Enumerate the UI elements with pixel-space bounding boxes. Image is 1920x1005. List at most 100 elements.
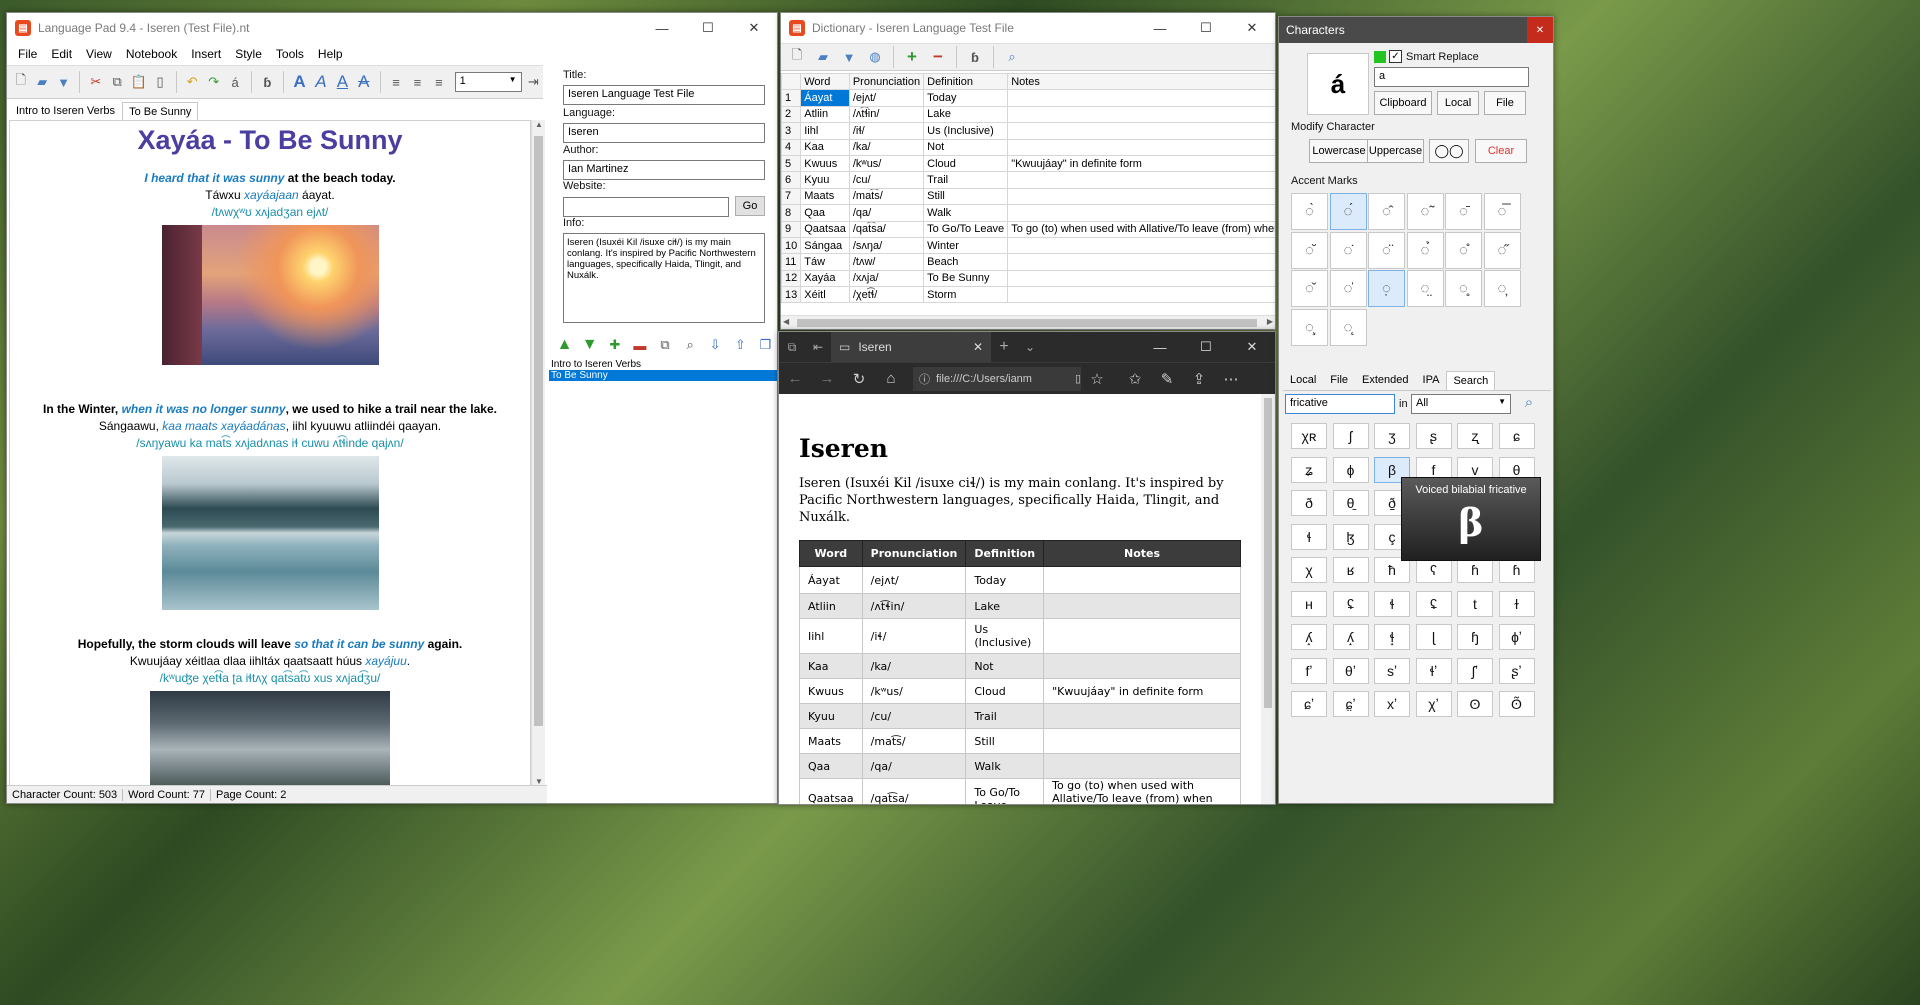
table-row[interactable]: 13 Xéitl/χet͡ɬ/Storm bbox=[781, 286, 1275, 304]
italic-icon[interactable]: A bbox=[311, 70, 330, 94]
remove-page-icon[interactable]: ▬ bbox=[628, 333, 651, 357]
file-button[interactable]: File bbox=[1484, 91, 1526, 115]
table-row[interactable]: 2 Atliin/ʌt͡ɬin/Lake bbox=[781, 105, 1275, 124]
table-cell[interactable] bbox=[1007, 105, 1275, 124]
accent-mark-button[interactable]: ◌̃ bbox=[1406, 193, 1444, 230]
accent-mark-button[interactable]: ◌́ bbox=[1329, 193, 1367, 230]
tab-list-icon[interactable]: ⌄ bbox=[1017, 340, 1043, 354]
accent-mark-button[interactable]: ◌̅ bbox=[1483, 193, 1521, 230]
table-row[interactable]: 11 Táw/tʌw/Beach bbox=[781, 253, 1275, 271]
table-cell[interactable] bbox=[1007, 122, 1275, 140]
accent-mark-button[interactable]: ◌̦ bbox=[1483, 270, 1521, 307]
go-button[interactable]: Go bbox=[735, 196, 765, 216]
table-cell[interactable] bbox=[1007, 253, 1275, 271]
table-cell[interactable]: /qa/ bbox=[848, 204, 925, 222]
paste-icon[interactable]: 📋 bbox=[129, 70, 148, 94]
minimize-icon[interactable]: — bbox=[1137, 13, 1183, 43]
menu-item-tools[interactable]: Tools bbox=[269, 47, 311, 61]
move-down-icon[interactable]: ▼ bbox=[578, 333, 601, 357]
share-icon[interactable]: ⇪ bbox=[1183, 370, 1215, 388]
glyph-button[interactable]: ʂ bbox=[1415, 423, 1452, 449]
home-icon[interactable]: ⌂ bbox=[875, 370, 907, 387]
search-icon[interactable]: ⌕ bbox=[1000, 45, 1024, 69]
set-aside-icon[interactable]: ⇤ bbox=[805, 340, 831, 354]
table-cell[interactable] bbox=[1007, 286, 1275, 304]
glyph-button[interactable]: ð bbox=[1291, 490, 1327, 516]
accent-mark-button[interactable]: ◌̌ bbox=[1291, 270, 1328, 307]
table-cell[interactable]: /ʌt͡ɬin/ bbox=[848, 105, 925, 124]
characters-titlebar[interactable]: Characters ✕ bbox=[1279, 17, 1553, 43]
accent-mark-button[interactable]: ◌̤ bbox=[1406, 270, 1444, 307]
table-cell[interactable]: To Go/To Leave bbox=[923, 220, 1009, 238]
save-icon[interactable]: ▼ bbox=[54, 70, 73, 94]
accent-mark-button[interactable]: ◌̉ bbox=[1406, 231, 1444, 269]
glyph-button[interactable]: θʼ bbox=[1332, 657, 1369, 684]
row-number[interactable]: 10 bbox=[781, 236, 802, 255]
tab-local[interactable]: Local bbox=[1283, 370, 1323, 390]
column-header[interactable]: Word bbox=[800, 73, 850, 91]
row-number[interactable]: 12 bbox=[781, 269, 802, 288]
menu-item-edit[interactable]: Edit bbox=[44, 47, 79, 61]
table-cell[interactable]: Storm bbox=[923, 286, 1009, 304]
smart-replace-checkbox[interactable]: ✓ bbox=[1389, 50, 1402, 63]
table-cell[interactable]: Táw bbox=[800, 253, 850, 271]
row-number[interactable]: 7 bbox=[781, 187, 802, 206]
strikethrough-icon[interactable]: A bbox=[354, 70, 373, 94]
row-number[interactable]: 3 bbox=[781, 122, 802, 140]
accent-mark-button[interactable]: ◌̊ bbox=[1445, 231, 1482, 269]
close-tab-icon[interactable]: ✕ bbox=[973, 340, 991, 354]
accent-mark-button[interactable]: ◌̇ bbox=[1329, 231, 1367, 269]
table-cell[interactable]: Today bbox=[923, 89, 1009, 107]
glyph-button[interactable]: ʢ bbox=[1332, 590, 1369, 617]
apply-icon[interactable]: ⇥ bbox=[524, 70, 543, 94]
glyph-button[interactable]: ɬʼ bbox=[1415, 657, 1452, 684]
table-cell[interactable] bbox=[1007, 138, 1275, 156]
row-number[interactable]: 6 bbox=[781, 171, 802, 189]
add-page-icon[interactable]: ✚ bbox=[603, 333, 626, 357]
row-number[interactable]: 11 bbox=[781, 253, 802, 271]
row-number[interactable]: 1 bbox=[781, 89, 802, 107]
table-cell[interactable]: Beach bbox=[923, 253, 1009, 271]
glyph-button[interactable]: ʜ bbox=[1291, 590, 1327, 617]
glyph-button[interactable]: ʑ bbox=[1291, 456, 1327, 483]
row-number[interactable]: 9 bbox=[781, 220, 802, 238]
local-button[interactable]: Local bbox=[1437, 91, 1479, 115]
glyph-button[interactable]: ɬ bbox=[1374, 590, 1410, 617]
menu-item-view[interactable]: View bbox=[79, 47, 119, 61]
table-cell[interactable]: Us (Inclusive) bbox=[923, 122, 1009, 140]
table-cell[interactable]: /iɬ/ bbox=[848, 122, 925, 140]
remove-word-icon[interactable]: − bbox=[926, 45, 950, 69]
import-page-icon[interactable]: ⇩ bbox=[704, 333, 727, 357]
clipboard-button[interactable]: Clipboard bbox=[1374, 91, 1432, 115]
glyph-button[interactable]: ɧ bbox=[1457, 624, 1493, 650]
align-left-icon[interactable]: ≡ bbox=[386, 70, 405, 94]
table-cell[interactable]: Atliin bbox=[800, 105, 850, 124]
table-cell[interactable]: Sángaa bbox=[800, 236, 850, 255]
glyph-button[interactable]: ʎ̝ bbox=[1291, 624, 1327, 650]
accent-mark-button[interactable]: ◌̄ bbox=[1445, 193, 1482, 230]
glyph-button[interactable]: ɫ bbox=[1498, 590, 1535, 617]
tab-intro-verbs[interactable]: Intro to Iseren Verbs bbox=[9, 101, 122, 121]
menu-item-file[interactable]: File bbox=[11, 47, 44, 61]
search-icon[interactable]: ⌕ bbox=[1515, 394, 1543, 414]
accent-mark-button[interactable]: ◌̂ bbox=[1368, 193, 1405, 230]
category-select[interactable]: All ▼ bbox=[1411, 394, 1511, 414]
glyph-button[interactable]: χʀ bbox=[1291, 423, 1327, 449]
tab-extended[interactable]: Extended bbox=[1355, 370, 1415, 390]
accent-mark-button[interactable]: ◌̣ bbox=[1368, 270, 1405, 307]
open-folder-icon[interactable]: ▰ bbox=[32, 70, 51, 94]
more-icon[interactable]: ⋯ bbox=[1215, 370, 1247, 388]
accent-mark-button[interactable]: ◌̧ bbox=[1291, 308, 1328, 346]
info-field[interactable]: Iseren (Isuxéi Kil /isuxe ciɬ/) is my ma… bbox=[563, 233, 765, 323]
maximize-icon[interactable]: ☐ bbox=[685, 13, 731, 43]
copy-icon[interactable]: ⧉ bbox=[107, 70, 126, 94]
glyph-button[interactable]: ʃ bbox=[1332, 423, 1369, 449]
dictionary-titlebar[interactable]: ▤ Dictionary - Iseren Language Test File… bbox=[781, 13, 1275, 43]
table-cell[interactable]: /xʌja/ bbox=[848, 269, 925, 288]
column-header[interactable]: Pronunciation bbox=[848, 73, 925, 91]
row-number[interactable]: 13 bbox=[781, 286, 802, 304]
table-cell[interactable]: Not bbox=[923, 138, 1009, 156]
new-file-icon[interactable]: 🗋 bbox=[11, 70, 30, 94]
glasses-icon[interactable]: ◯◯ bbox=[1429, 139, 1469, 163]
website-field[interactable] bbox=[563, 197, 729, 217]
